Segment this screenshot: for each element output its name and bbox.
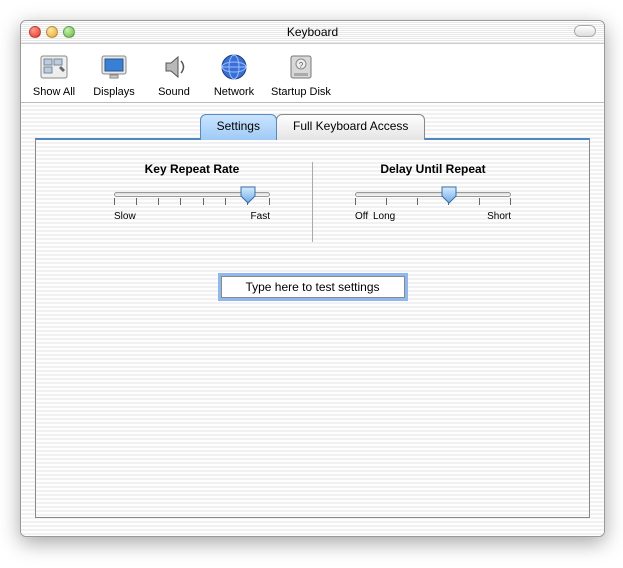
network-icon (217, 50, 251, 84)
slider-track-line (355, 192, 511, 197)
toolbar-item-displays[interactable]: Displays (91, 50, 137, 98)
toolbar-item-label: Network (214, 86, 254, 98)
key-repeat-block: Key Repeat Rate (72, 162, 312, 242)
sound-icon (157, 50, 191, 84)
key-repeat-labels: Slow Fast (114, 211, 270, 222)
short-label: Short (487, 211, 511, 222)
tab-full-keyboard-access[interactable]: Full Keyboard Access (276, 114, 425, 140)
settings-panel: Key Repeat Rate (35, 138, 590, 518)
delay-labels: Off Long Short (355, 211, 511, 222)
toolbar-item-label: Sound (158, 86, 190, 98)
key-repeat-slider[interactable] (114, 192, 270, 197)
show-all-icon (37, 50, 71, 84)
tab-settings[interactable]: Settings (200, 114, 277, 140)
delay-title: Delay Until Repeat (323, 162, 543, 176)
long-label: Long (373, 211, 395, 222)
close-button[interactable] (29, 26, 41, 38)
toolbar-item-sound[interactable]: Sound (151, 50, 197, 98)
slow-label: Slow (114, 211, 136, 222)
window-title: Keyboard (21, 25, 604, 39)
svg-text:?: ? (299, 61, 304, 70)
preferences-window: Keyboard Show All (20, 20, 605, 537)
test-settings-input[interactable] (221, 276, 405, 298)
fast-label: Fast (251, 211, 270, 222)
toolbar-item-label: Show All (33, 86, 75, 98)
delay-thumb[interactable] (441, 186, 457, 204)
delay-block: Delay Until Repeat (313, 162, 553, 242)
traffic-lights (21, 26, 75, 38)
toolbar-toggle-button[interactable] (574, 25, 596, 37)
zoom-button[interactable] (63, 26, 75, 38)
minimize-button[interactable] (46, 26, 58, 38)
tabs: Settings Full Keyboard Access (35, 113, 590, 139)
off-label: Off (355, 211, 368, 222)
startup-disk-icon: ? (284, 50, 318, 84)
content-area: Settings Full Keyboard Access Key Repeat… (21, 103, 604, 536)
sliders-row: Key Repeat Rate (66, 162, 559, 242)
toolbar-item-startup-disk[interactable]: ? Startup Disk (271, 50, 331, 98)
toolbar-item-label: Startup Disk (271, 86, 331, 98)
key-repeat-thumb[interactable] (240, 186, 256, 204)
key-repeat-title: Key Repeat Rate (82, 162, 302, 176)
delay-slider[interactable] (355, 192, 511, 197)
test-field-row (66, 276, 559, 298)
titlebar[interactable]: Keyboard (21, 21, 604, 44)
slider-ticks (355, 198, 511, 205)
toolbar: Show All Displays Sound (21, 44, 604, 103)
toolbar-item-label: Displays (93, 86, 135, 98)
displays-icon (97, 50, 131, 84)
toolbar-item-network[interactable]: Network (211, 50, 257, 98)
toolbar-item-show-all[interactable]: Show All (31, 50, 77, 98)
